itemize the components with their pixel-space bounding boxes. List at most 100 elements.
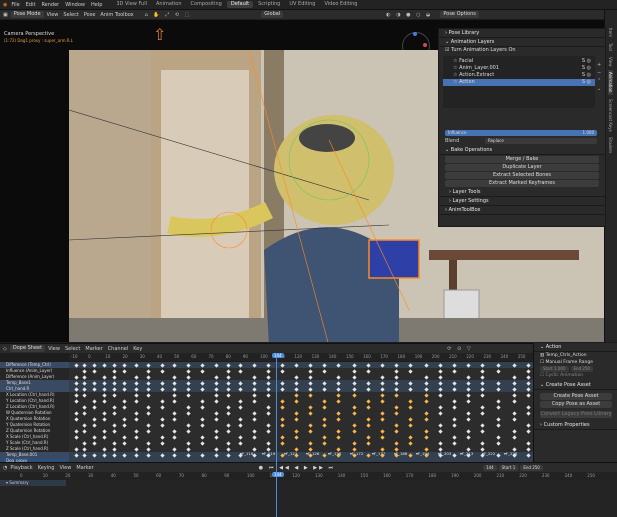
keyframe[interactable] <box>226 422 231 428</box>
keyframe[interactable] <box>366 452 371 458</box>
marker[interactable]: ▾F_119 <box>262 451 275 456</box>
keyframe[interactable] <box>172 452 177 458</box>
keyframe[interactable] <box>238 434 243 440</box>
keyframe[interactable] <box>394 410 399 416</box>
keyframe[interactable] <box>82 410 87 416</box>
keyframe[interactable] <box>496 362 501 368</box>
keyframe[interactable] <box>394 428 399 434</box>
keyframe[interactable] <box>122 452 127 458</box>
extract-bones-button[interactable]: Extract Selected Bones <box>445 172 599 179</box>
keyframe[interactable] <box>252 386 257 392</box>
keyframe[interactable] <box>238 422 243 428</box>
keyframe[interactable] <box>252 428 257 434</box>
keyframe[interactable] <box>74 380 79 386</box>
tab-3d-view-full[interactable]: 3D View Full <box>112 1 151 8</box>
keyframe[interactable] <box>526 374 531 380</box>
keyframe[interactable] <box>82 404 87 410</box>
keyframe[interactable] <box>408 422 413 428</box>
keyframe[interactable] <box>266 374 271 380</box>
keyframe[interactable] <box>112 428 117 434</box>
marker[interactable]: ▾F_226 <box>504 451 517 456</box>
keyframe[interactable] <box>394 404 399 410</box>
keyframe[interactable] <box>252 380 257 386</box>
keyframe[interactable] <box>226 374 231 380</box>
keyframe[interactable] <box>186 404 191 410</box>
keyframe[interactable] <box>252 434 257 440</box>
keyframe[interactable] <box>266 362 271 368</box>
keyframe[interactable] <box>380 428 385 434</box>
keyframe[interactable] <box>336 428 341 434</box>
keyframe[interactable] <box>438 374 443 380</box>
timeline-playhead-label[interactable]: 144 <box>272 472 284 477</box>
keyframe[interactable] <box>74 392 79 398</box>
keyframe[interactable] <box>512 386 517 392</box>
keyframe[interactable] <box>352 362 357 368</box>
keyframe[interactable] <box>186 368 191 374</box>
keyframe[interactable] <box>380 434 385 440</box>
keyframe[interactable] <box>186 362 191 368</box>
keyframe[interactable] <box>294 374 299 380</box>
layer-item-selected[interactable]: ☆ Action S ◎ <box>443 79 595 86</box>
keyframe[interactable] <box>512 374 517 380</box>
tab-uv-editing[interactable]: UV Editing <box>285 1 319 8</box>
keyframe[interactable] <box>266 404 271 410</box>
keyframe[interactable] <box>214 380 219 386</box>
keyframe[interactable] <box>394 374 399 380</box>
keyframe[interactable] <box>160 422 165 428</box>
keyframe[interactable] <box>294 410 299 416</box>
keyframe[interactable] <box>480 374 485 380</box>
keyframe[interactable] <box>146 392 151 398</box>
keyframe[interactable] <box>266 380 271 386</box>
anim-toolbox-header[interactable]: › AnimToolBox <box>439 206 605 215</box>
keyframe[interactable] <box>280 416 285 422</box>
keyframe[interactable] <box>526 446 531 452</box>
keyframe[interactable] <box>380 362 385 368</box>
keyframe[interactable] <box>526 452 531 458</box>
keyframe[interactable] <box>74 416 79 422</box>
keyframe[interactable] <box>102 392 107 398</box>
keyframe[interactable] <box>226 380 231 386</box>
keyframe[interactable] <box>172 410 177 416</box>
keyframe[interactable] <box>352 374 357 380</box>
keyframe[interactable] <box>380 386 385 392</box>
keyframe[interactable] <box>146 362 151 368</box>
keyframe[interactable] <box>214 362 219 368</box>
keyframe[interactable] <box>186 446 191 452</box>
marker[interactable]: ▾F_222 <box>482 451 495 456</box>
keyframe[interactable] <box>294 392 299 398</box>
keyframe[interactable] <box>102 380 107 386</box>
keyframe[interactable] <box>92 422 97 428</box>
keyframe[interactable] <box>512 434 517 440</box>
keyframe[interactable] <box>226 404 231 410</box>
keyframe[interactable] <box>238 440 243 446</box>
keyframe[interactable] <box>102 434 107 440</box>
keyframe[interactable] <box>82 374 87 380</box>
keyframe[interactable] <box>146 422 151 428</box>
custom-props-header[interactable]: › Custom Properties <box>534 421 617 430</box>
keyframe[interactable] <box>112 446 117 452</box>
keyframe[interactable] <box>82 422 87 428</box>
keyframe[interactable] <box>172 380 177 386</box>
keyframe[interactable] <box>308 392 313 398</box>
keyframe[interactable] <box>466 428 471 434</box>
keyframe[interactable] <box>466 416 471 422</box>
keyframe[interactable] <box>352 386 357 392</box>
tab-video-editing[interactable]: Video Editing <box>320 1 361 8</box>
keyframe[interactable] <box>408 416 413 422</box>
keyframe[interactable] <box>394 392 399 398</box>
keyframe[interactable] <box>294 428 299 434</box>
keyframe[interactable] <box>172 416 177 422</box>
keyframe[interactable] <box>366 398 371 404</box>
keyframe[interactable] <box>226 392 231 398</box>
keyframe[interactable] <box>200 386 205 392</box>
keyframe[interactable] <box>214 416 219 422</box>
keyframe[interactable] <box>186 422 191 428</box>
timeline-ruler[interactable]: 0102030405060708090100110120130140150160… <box>0 472 617 480</box>
keyframe[interactable] <box>92 362 97 368</box>
keyframe[interactable] <box>112 452 117 458</box>
keyframe[interactable] <box>352 404 357 410</box>
keyframe[interactable] <box>134 416 139 422</box>
keyframe[interactable] <box>466 410 471 416</box>
keyframe[interactable] <box>92 380 97 386</box>
keyframe[interactable] <box>336 374 341 380</box>
